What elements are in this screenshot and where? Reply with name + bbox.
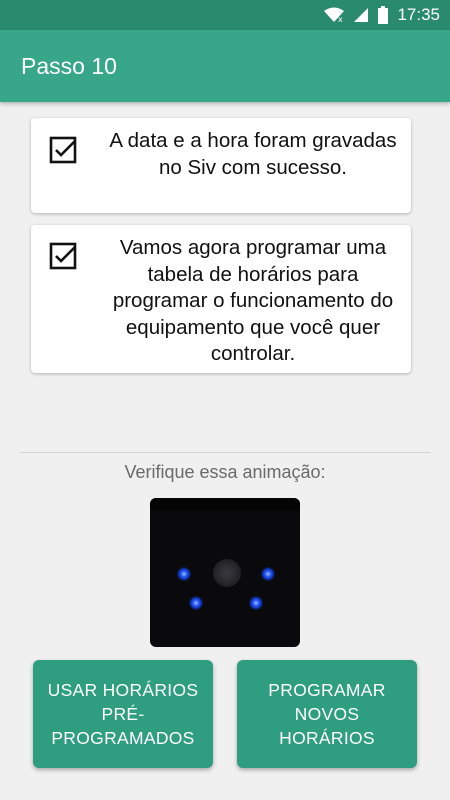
center-sensor [213,559,241,587]
signal-icon [353,7,369,23]
card-1-text: A data e a hora foram gravadas no Siv co… [109,129,397,179]
card-2-text: Vamos agora programar uma tabela de horá… [112,236,394,365]
status-time: 17:35 [397,5,440,24]
animation-preview [150,498,300,647]
checkbox-checked-icon [48,241,78,271]
program-new-label: PROGRAMAR NOVOS HORÁRIOS [268,680,386,748]
svg-text:x: x [338,15,343,23]
app-bar: Passo 10 [0,30,450,102]
led-bottom-left [188,595,204,611]
info-card-2: Vamos agora programar uma tabela de horá… [31,225,411,373]
info-card-1: A data e a hora foram gravadas no Siv co… [31,118,411,213]
battery-icon [377,6,389,24]
use-preset-schedules-button[interactable]: USAR HORÁRIOS PRÉ-PROGRAMADOS [33,660,213,768]
page-title: Passo 10 [21,52,117,79]
led-top-left [176,566,192,582]
led-bottom-right [248,595,264,611]
use-preset-label: USAR HORÁRIOS PRÉ-PROGRAMADOS [47,680,199,748]
program-new-schedules-button[interactable]: PROGRAMAR NOVOS HORÁRIOS [237,660,417,768]
animation-label: Verifique essa animação: [124,462,326,482]
status-bar: x 17:35 [0,0,450,30]
wifi-icon: x [323,7,345,23]
led-top-right [260,566,276,582]
divider [20,452,430,453]
checkbox-checked-icon [48,135,78,165]
